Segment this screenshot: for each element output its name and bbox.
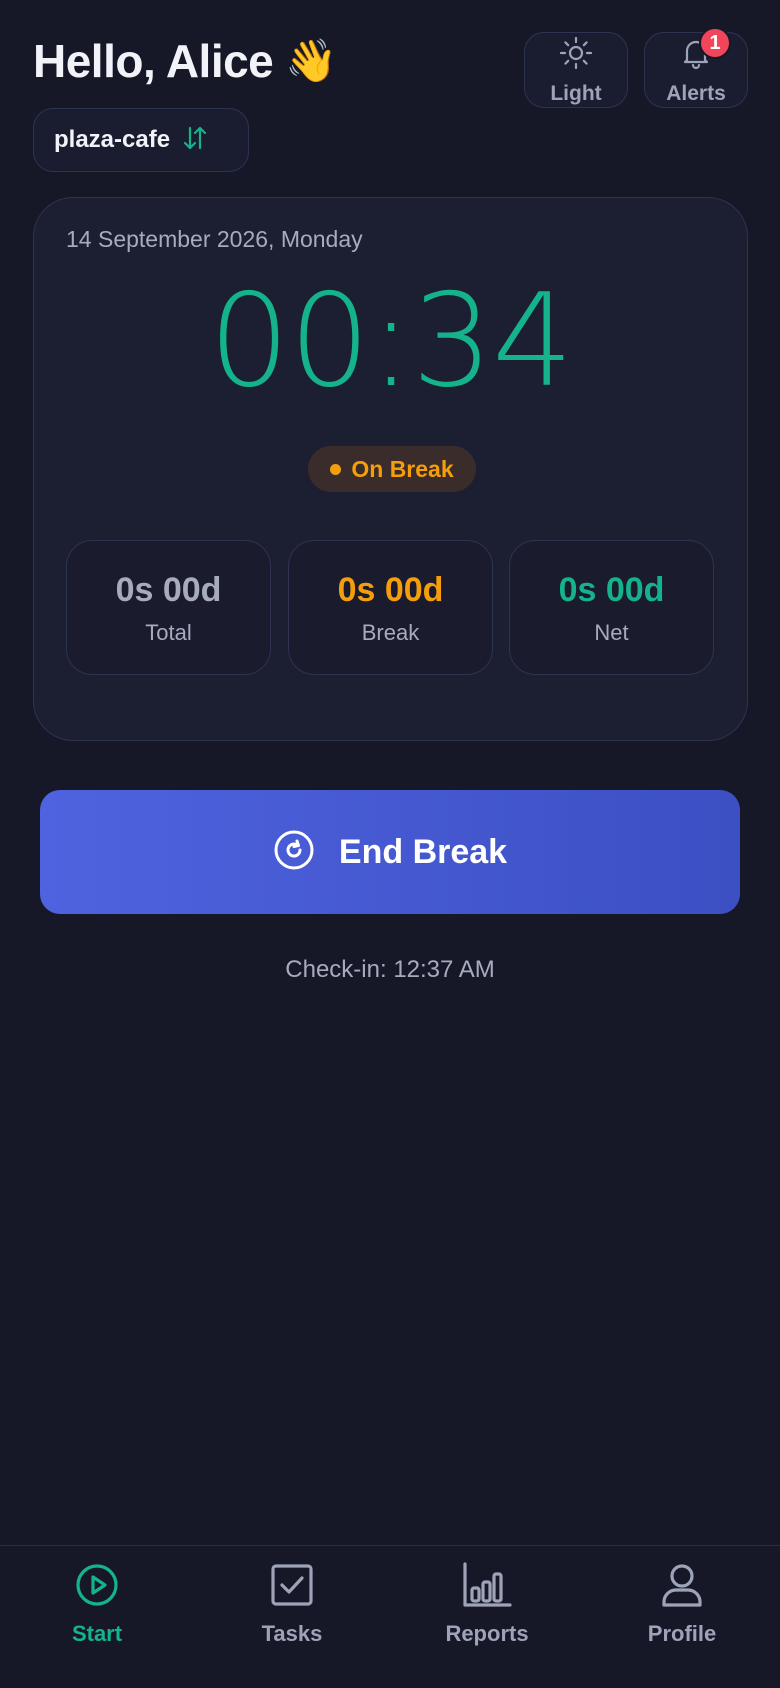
stat-net-label: Net bbox=[594, 620, 629, 645]
status-text: On Break bbox=[351, 455, 454, 482]
organization-name: plaza-cafe bbox=[54, 126, 171, 153]
elapsed-timer: 00:34 bbox=[208, 267, 574, 416]
sun-icon bbox=[558, 35, 594, 76]
alerts-count-badge: 1 bbox=[699, 27, 731, 59]
end-break-button[interactable]: End Break bbox=[40, 790, 740, 914]
nav-item-tasks[interactable]: Tasks bbox=[212, 1562, 372, 1662]
status-badge: On Break bbox=[308, 446, 476, 492]
stat-break-label: Break bbox=[361, 620, 420, 645]
theme-toggle-label: Light bbox=[550, 81, 602, 105]
nav-tasks-label: Tasks bbox=[261, 1621, 323, 1646]
alerts-label: Alerts bbox=[666, 81, 726, 105]
checkin-time: Check-in: 12:37 AM bbox=[285, 956, 495, 983]
checkbox-icon bbox=[269, 1562, 315, 1613]
nav-profile-label: Profile bbox=[647, 1621, 717, 1646]
organization-switcher[interactable]: plaza-cafe bbox=[33, 108, 249, 172]
stat-net-value: 0s 00d bbox=[558, 571, 665, 609]
status-dot bbox=[330, 463, 342, 475]
timer-card: 14 September 2026, Monday 00:34 On Break… bbox=[33, 197, 748, 741]
theme-toggle-button[interactable]: Light bbox=[524, 32, 628, 108]
greeting: Hello, Alice 👋 bbox=[33, 34, 338, 88]
play-circle-icon bbox=[74, 1562, 120, 1613]
stat-net: 0s 00d Net bbox=[509, 540, 714, 675]
current-date: 14 September 2026, Monday bbox=[66, 226, 363, 252]
nav-item-profile[interactable]: Profile bbox=[602, 1562, 762, 1662]
stat-break: 0s 00d Break bbox=[288, 540, 493, 675]
stat-total-value: 0s 00d bbox=[115, 571, 222, 609]
greeting-text: Hello, Alice bbox=[33, 35, 274, 87]
nav-start-label: Start bbox=[71, 1621, 123, 1646]
bar-chart-icon bbox=[462, 1562, 512, 1613]
app-screen: Hello, Alice 👋 Light Alerts 1 plaza-cafe bbox=[0, 0, 780, 1688]
nav-item-reports[interactable]: Reports bbox=[407, 1562, 567, 1662]
nav-reports-label: Reports bbox=[445, 1621, 529, 1646]
end-break-label: End Break bbox=[338, 832, 508, 871]
stat-total-label: Total bbox=[145, 620, 192, 645]
alerts-button[interactable]: Alerts 1 bbox=[644, 27, 748, 108]
bottom-nav: Start Tasks Reports Profile bbox=[0, 1545, 780, 1688]
refresh-circle-icon bbox=[273, 829, 315, 876]
swap-arrows-icon bbox=[180, 123, 210, 158]
nav-item-start[interactable]: Start bbox=[17, 1562, 177, 1662]
wave-emoji: 👋 bbox=[285, 36, 338, 85]
stat-break-value: 0s 00d bbox=[337, 571, 444, 609]
stat-total: 0s 00d Total bbox=[66, 540, 271, 675]
user-icon bbox=[659, 1562, 705, 1613]
